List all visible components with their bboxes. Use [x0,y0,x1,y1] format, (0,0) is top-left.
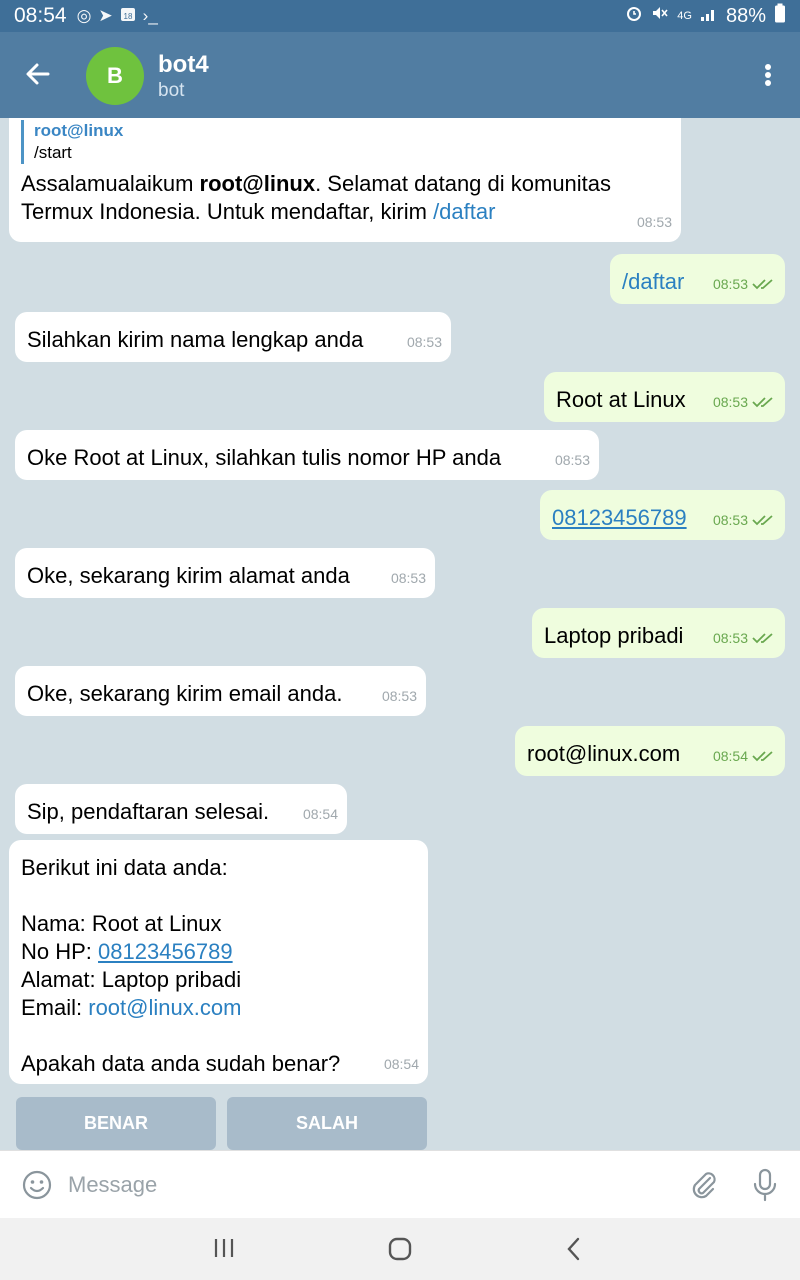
message-text: Assalamualaikum root@linux. Selamat data… [21,171,612,224]
message-time: 08:53 [381,688,417,704]
message-time: 08:53 [554,452,590,468]
message-text: Root at Linux [556,387,686,412]
signal-icon [700,5,718,28]
terminal-icon: ›_ [142,6,158,25]
home-icon[interactable] [387,1236,413,1262]
nav-back-icon[interactable] [564,1236,584,1262]
calendar-icon: 18 [120,6,136,27]
reply-text: /start [34,143,72,162]
message-incoming[interactable]: Oke Root at Linux, silahkan tulis nomor … [15,430,599,480]
recent-apps-icon[interactable] [212,1237,236,1259]
message-time: 08:54 [713,742,776,770]
message-time: 08:53 [713,388,776,416]
message-list[interactable]: root@linux /start Assalamualaikum root@l… [0,118,800,1150]
command-link[interactable]: /daftar [433,199,495,224]
confirm-yes-button[interactable]: BENAR [16,1097,216,1150]
message-incoming[interactable]: root@linux /start Assalamualaikum root@l… [9,118,681,242]
read-ticks-icon [752,397,773,408]
mention: root@linux [199,171,316,196]
emoji-icon[interactable] [22,1170,52,1200]
message-text: root@linux.com [527,741,681,766]
message-time: 08:53 [713,506,776,534]
chat-title[interactable]: bot4 [158,51,209,79]
message-incoming[interactable]: Oke, sekarang kirim email anda. 08:53 [15,666,426,716]
reply-quote[interactable]: root@linux /start [21,120,669,164]
more-options-icon[interactable] [756,60,780,90]
network-type: 4G [677,10,692,22]
read-ticks-icon [752,515,773,526]
message-time: 08:54 [383,1056,419,1072]
message-composer [0,1150,800,1218]
message-time: 08:53 [713,270,776,298]
message-text: Oke Root at Linux, silahkan tulis nomor … [27,445,502,470]
phone-link[interactable]: 08123456789 [552,505,687,530]
email-link[interactable]: root@linux.com [88,995,241,1020]
read-ticks-icon [752,633,773,644]
read-ticks-icon [752,279,773,290]
status-time: 08:54 [14,4,67,27]
paperclip-icon[interactable] [688,1169,720,1201]
message-text: Sip, pendaftaran selesai. [27,799,270,824]
back-arrow-icon[interactable] [22,58,54,90]
message-outgoing[interactable]: Laptop pribadi 08:53 [532,608,785,658]
message-time: 08:53 [713,624,776,652]
whatsapp-icon: ◎ [76,6,92,25]
avatar[interactable]: B [86,47,144,105]
microphone-icon[interactable] [750,1167,780,1203]
message-incoming[interactable]: Silahkan kirim nama lengkap anda 08:53 [15,312,451,362]
chat-subtitle: bot [158,80,185,101]
chat-header: B bot4 bot [0,32,800,118]
confirm-no-button[interactable]: SALAH [227,1097,427,1150]
message-text: Oke, sekarang kirim alamat anda [27,563,350,588]
message-incoming[interactable]: Oke, sekarang kirim alamat anda 08:53 [15,548,435,598]
alarm-icon [625,4,643,28]
reply-author: root@linux [34,121,124,140]
message-text: Laptop pribadi [544,623,684,648]
message-outgoing[interactable]: root@linux.com 08:54 [515,726,785,776]
message-text: Berikut ini data anda: Nama: Root at Lin… [21,855,341,1076]
message-input[interactable] [68,1165,668,1205]
message-time: 08:53 [390,570,426,586]
message-time: 08:53 [636,214,672,230]
message-outgoing[interactable]: /daftar 08:53 [610,254,785,304]
message-time: 08:53 [406,334,442,350]
message-time: 08:54 [302,806,338,822]
battery-icon [774,3,786,29]
message-incoming[interactable]: Berikut ini data anda: Nama: Root at Lin… [9,840,428,1084]
battery-level: 88% [725,4,766,27]
mute-icon [651,4,669,28]
message-outgoing[interactable]: Root at Linux 08:53 [544,372,785,422]
system-nav-bar [0,1218,800,1280]
svg-text:18: 18 [123,12,132,21]
message-text: Silahkan kirim nama lengkap anda [27,327,364,352]
telegram-icon: ➤ [98,6,113,25]
message-text: Oke, sekarang kirim email anda. [27,681,343,706]
status-bar: 08:54 ◎ ➤ 18 ›_ 4G 88% [0,0,800,32]
command-link[interactable]: /daftar [622,269,684,294]
message-outgoing[interactable]: 08123456789 08:53 [540,490,785,540]
read-ticks-icon [752,751,773,762]
phone-link[interactable]: 08123456789 [98,939,233,964]
message-incoming[interactable]: Sip, pendaftaran selesai. 08:54 [15,784,347,834]
